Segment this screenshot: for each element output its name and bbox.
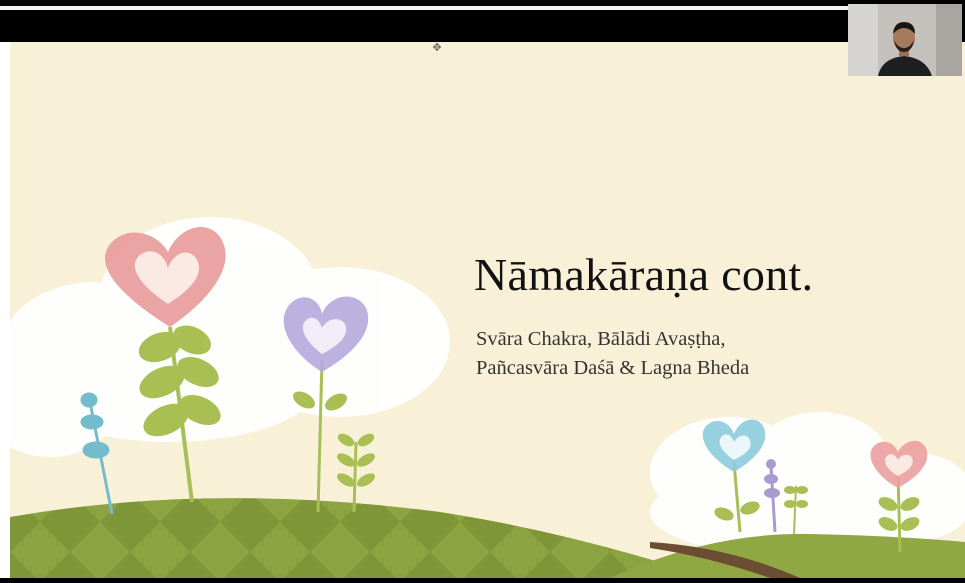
cloud-left [10,217,450,457]
hill-left [10,498,710,578]
presentation-slide: ✥ Nāmakāraṇa cont. Svāra Chakra, Bālādi … [10,42,965,578]
slide-subtitle: Svāra Chakra, Bālādi Avaṣṭha, Pañcasvāra… [476,325,749,383]
subtitle-line-1: Svāra Chakra, Bālādi Avaṣṭha, [476,328,726,350]
green-fern [336,433,376,513]
subtitle-line-2: Pañcasvāra Daśā & Lagna Bheda [476,357,750,379]
hill-right [610,533,965,578]
presenter-webcam-thumbnail[interactable] [848,4,962,76]
webcam-participant-icon [848,4,962,76]
top-black-bar [0,0,965,42]
slide-title: Nāmakāraṇa cont. [474,249,814,300]
slide-marker-icon: ✥ [432,42,442,54]
top-divider-line [0,6,848,10]
slide-illustration [10,217,965,578]
bottom-black-bar [0,578,965,583]
